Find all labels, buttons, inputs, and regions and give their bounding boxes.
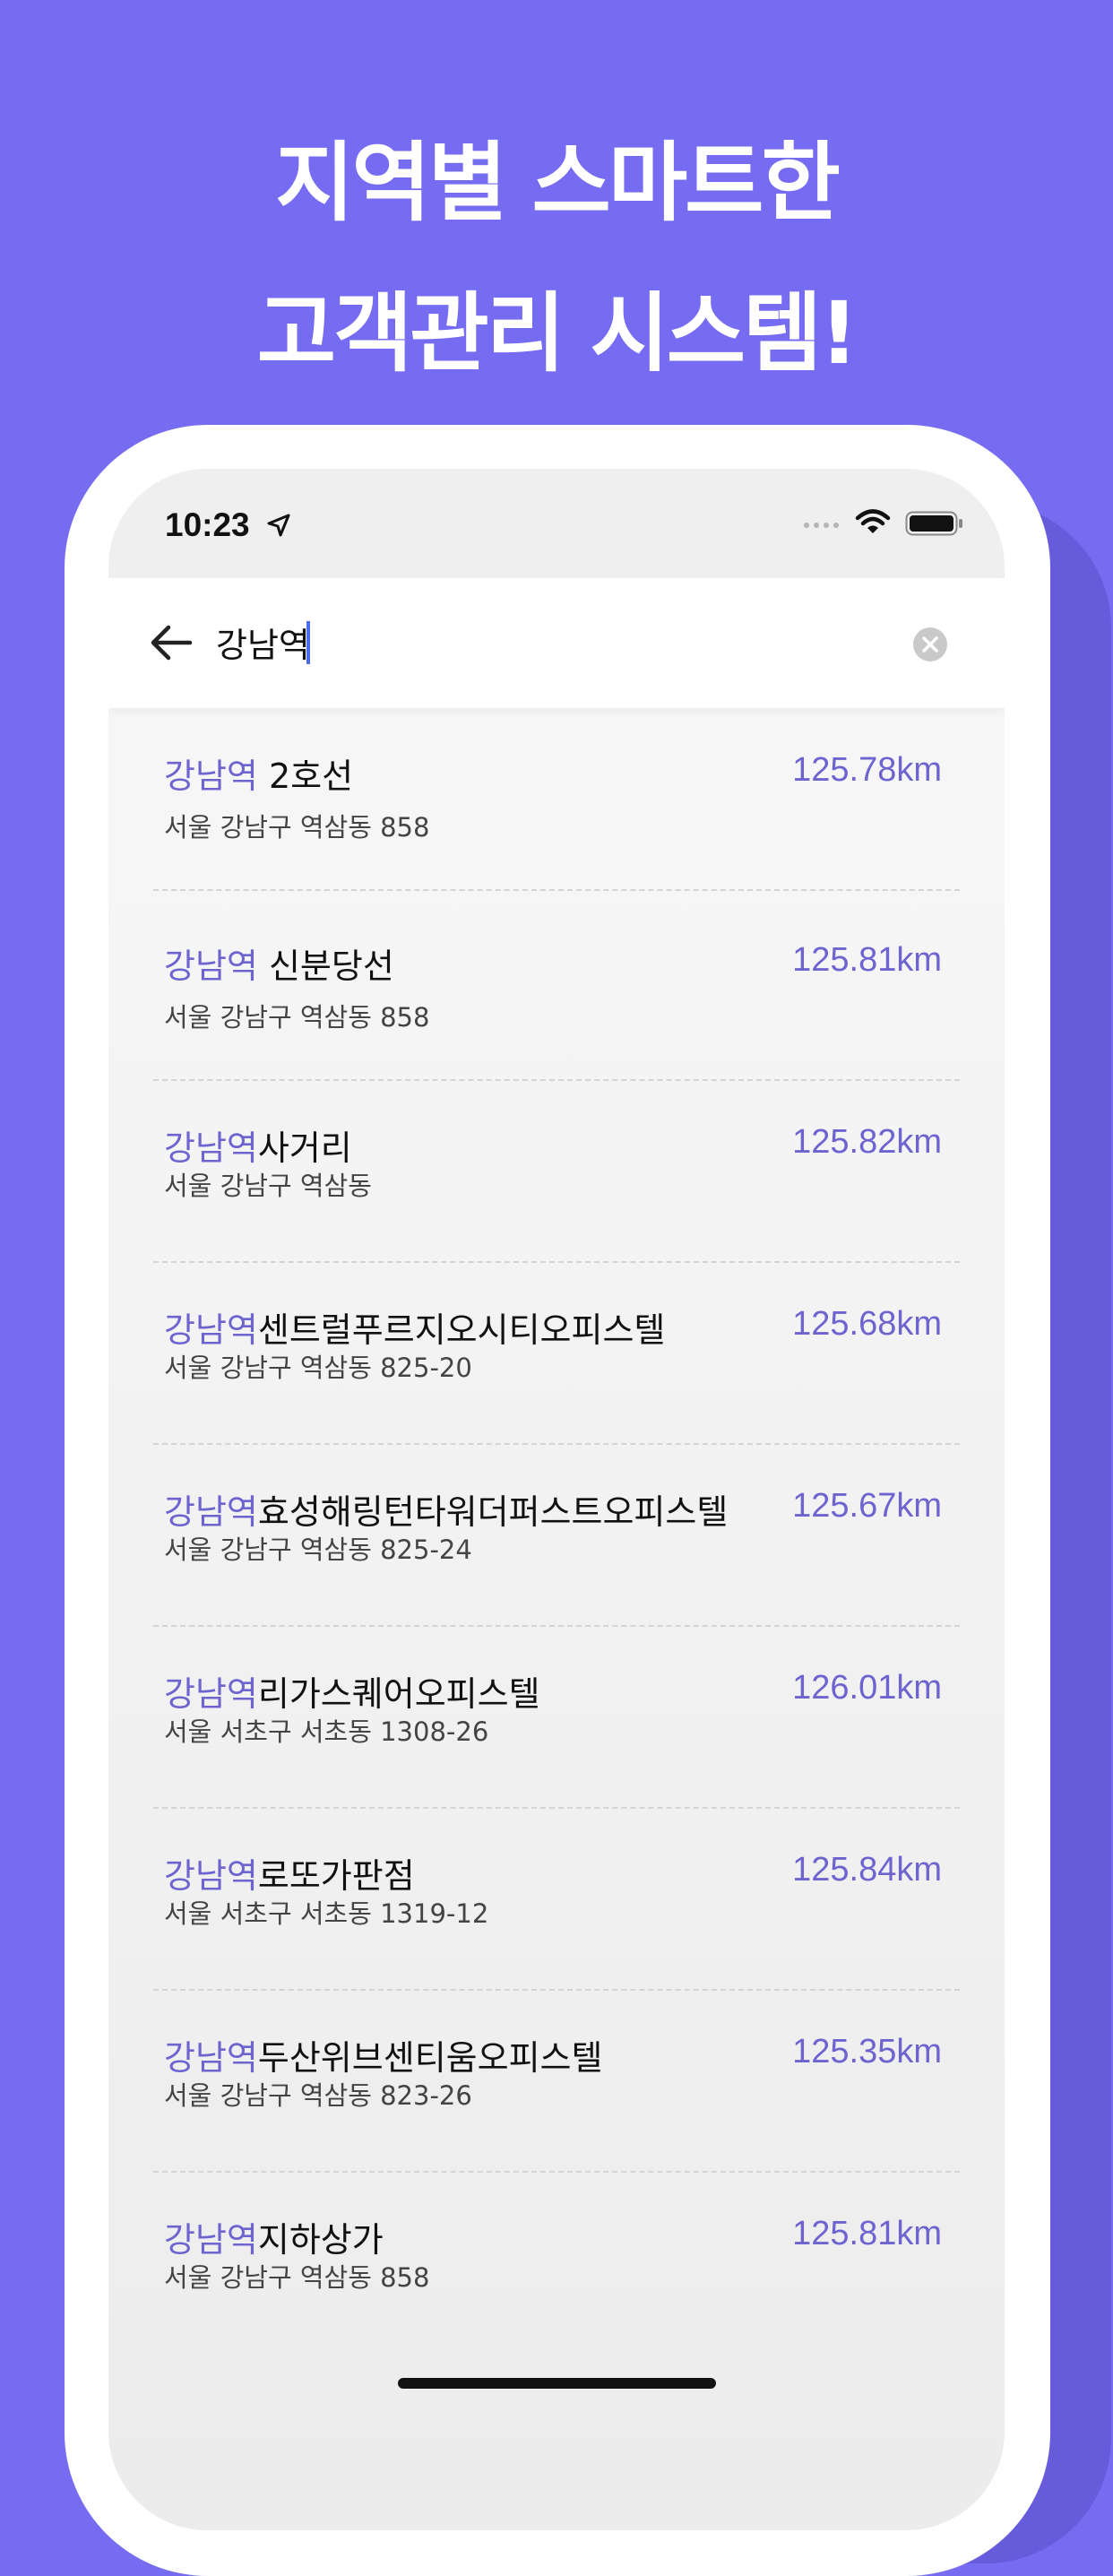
- result-distance: 125.81km: [792, 2215, 942, 2252]
- result-name: 강남역센트럴푸르지오시티오피스텔: [164, 1302, 665, 1352]
- back-arrow-icon[interactable]: [149, 623, 194, 662]
- result-name-highlight: 강남역: [164, 1856, 258, 1896]
- result-distance: 125.84km: [792, 1851, 942, 1889]
- result-distance: 125.81km: [792, 941, 942, 979]
- result-address: 서울 강남구 역삼동 823-26: [164, 2080, 472, 2111]
- clear-icon[interactable]: [912, 627, 948, 662]
- result-distance: 125.67km: [792, 1487, 942, 1525]
- list-item[interactable]: 강남역 신분당선 서울 강남구 역삼동 858 125.81km: [108, 898, 1005, 1081]
- status-bar: 10:23: [108, 469, 1005, 578]
- result-name: 강남역 2호선: [164, 748, 353, 798]
- headline-line-1: 지역별 스마트한: [275, 133, 841, 233]
- result-address: 서울 강남구 역삼동 825-20: [164, 1353, 472, 1383]
- home-indicator[interactable]: [398, 2378, 716, 2389]
- location-arrow-icon: [267, 514, 290, 537]
- result-address: 서울 강남구 역삼동 858: [164, 812, 430, 843]
- list-item[interactable]: 강남역 2호선 서울 강남구 역삼동 858 125.78km: [108, 708, 1005, 891]
- status-time: 10:23: [165, 506, 250, 543]
- list-item[interactable]: 강남역지하상가 서울 강남구 역삼동 858 125.81km: [108, 2172, 1005, 2354]
- result-address: 서울 강남구 역삼동 825-24: [164, 1534, 472, 1565]
- headline-line-2: 고객관리 시스템!: [256, 283, 858, 384]
- result-address: 서울 서초구 서초동 1308-26: [164, 1716, 489, 1747]
- result-name: 강남역효성해링턴타워더퍼스트오피스텔: [164, 1484, 728, 1534]
- divider: [153, 889, 960, 891]
- search-bar: [108, 578, 1005, 708]
- result-address: 서울 강남구 역삼동: [164, 1171, 372, 1201]
- result-address: 서울 강남구 역삼동 858: [164, 1002, 430, 1033]
- result-name-highlight: 강남역: [164, 2038, 258, 2078]
- result-address: 서울 강남구 역삼동 858: [164, 2262, 430, 2293]
- result-name-rest: 로또가판점: [257, 1856, 415, 1896]
- list-item[interactable]: 강남역효성해링턴타워더퍼스트오피스텔 서울 강남구 역삼동 825-24 125…: [108, 1444, 1005, 1627]
- list-item[interactable]: 강남역로또가판점 서울 서초구 서초동 1319-12 125.84km: [108, 1808, 1005, 1991]
- result-name: 강남역사거리: [164, 1120, 352, 1170]
- result-distance: 126.01km: [792, 1669, 942, 1707]
- result-name-rest: 리가스퀘어오피스텔: [257, 1674, 540, 1714]
- result-name-highlight: 강남역: [164, 756, 258, 796]
- result-name-highlight: 강남역: [164, 1674, 258, 1714]
- result-name: 강남역로또가판점: [164, 1848, 415, 1897]
- wifi-icon: [855, 509, 891, 533]
- result-distance: 125.78km: [792, 751, 942, 789]
- result-name-rest: 신분당선: [257, 947, 394, 986]
- result-name-highlight: 강남역: [164, 2220, 258, 2260]
- result-name-rest: 2호선: [257, 756, 354, 796]
- result-name-highlight: 강남역: [164, 1310, 258, 1350]
- list-item[interactable]: 강남역사거리 서울 강남구 역삼동 125.82km: [108, 1080, 1005, 1263]
- battery-icon: [905, 511, 962, 536]
- phone-screen: 10:23 강남역 강남역 2호선 서울 강남구 역삼동 858 125.78k…: [108, 469, 1005, 2530]
- result-address: 서울 서초구 서초동 1319-12: [164, 1898, 489, 1929]
- result-distance: 125.68km: [792, 1305, 942, 1343]
- result-name: 강남역리가스퀘어오피스텔: [164, 1666, 540, 1716]
- result-name: 강남역지하상가: [164, 2212, 384, 2261]
- result-name-rest: 효성해링턴타워더퍼스트오피스텔: [257, 1492, 729, 1532]
- text-caret: [306, 621, 310, 664]
- result-name-rest: 센트럴푸르지오시티오피스텔: [257, 1310, 666, 1350]
- result-name-rest: 사거리: [257, 1128, 352, 1168]
- result-name-rest: 두산위브센티움오피스텔: [257, 2038, 603, 2078]
- list-item[interactable]: 강남역두산위브센티움오피스텔 서울 강남구 역삼동 823-26 125.35k…: [108, 1990, 1005, 2173]
- result-name-highlight: 강남역: [164, 1492, 258, 1532]
- list-item[interactable]: 강남역리가스퀘어오피스텔 서울 서초구 서초동 1308-26 126.01km: [108, 1626, 1005, 1809]
- list-item[interactable]: 강남역센트럴푸르지오시티오피스텔 서울 강남구 역삼동 825-20 125.6…: [108, 1262, 1005, 1445]
- result-name: 강남역두산위브센티움오피스텔: [164, 2030, 602, 2079]
- headline: 지역별 스마트한 고객관리 시스템!: [0, 108, 1113, 409]
- result-distance: 125.35km: [792, 2033, 942, 2070]
- result-name: 강남역 신분당선: [164, 938, 394, 988]
- result-name-rest: 지하상가: [257, 2220, 384, 2260]
- search-input[interactable]: [216, 614, 772, 670]
- result-name-highlight: 강남역: [164, 947, 258, 986]
- result-name-highlight: 강남역: [164, 1128, 258, 1168]
- result-distance: 125.82km: [792, 1123, 942, 1161]
- cellular-signal-icon: [804, 523, 839, 528]
